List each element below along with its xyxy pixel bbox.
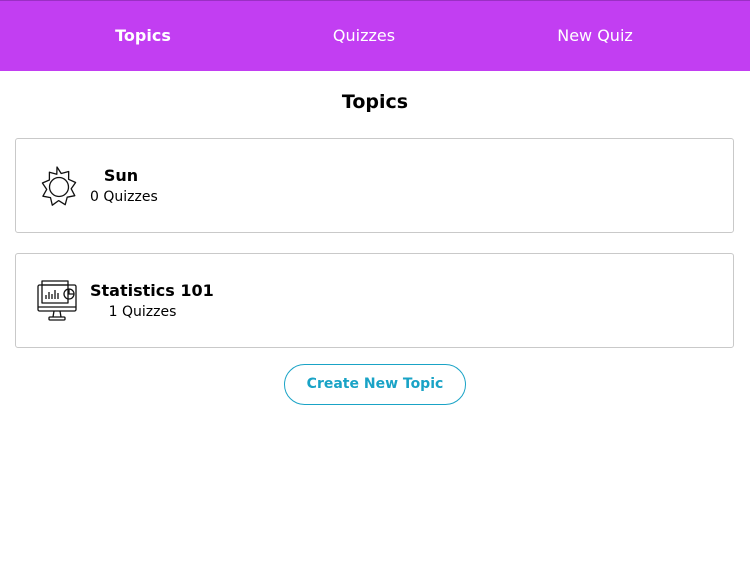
- topic-quiz-count: 0 Quizzes: [90, 189, 158, 205]
- create-new-topic-button[interactable]: Create New Topic: [284, 364, 466, 405]
- top-navbar: Topics Quizzes New Quiz: [0, 0, 750, 71]
- computer-chart-icon: [36, 279, 78, 323]
- topic-name: Statistics 101: [90, 281, 214, 300]
- nav-item-new-quiz[interactable]: New Quiz: [535, 1, 655, 72]
- topic-quiz-count: 1 Quizzes: [108, 304, 177, 320]
- sun-icon: [36, 164, 78, 208]
- topic-card-statistics-101[interactable]: Statistics 101 1 Quizzes: [15, 253, 734, 348]
- topic-card-sun[interactable]: Sun 0 Quizzes: [15, 138, 734, 233]
- topic-text: Sun 0 Quizzes: [90, 165, 158, 207]
- nav-item-quizzes[interactable]: Quizzes: [314, 1, 414, 72]
- topic-name: Sun: [103, 166, 139, 185]
- nav-item-topics[interactable]: Topics: [93, 1, 193, 72]
- topic-text: Statistics 101 1 Quizzes: [90, 280, 214, 322]
- page-title: Topics: [341, 91, 409, 113]
